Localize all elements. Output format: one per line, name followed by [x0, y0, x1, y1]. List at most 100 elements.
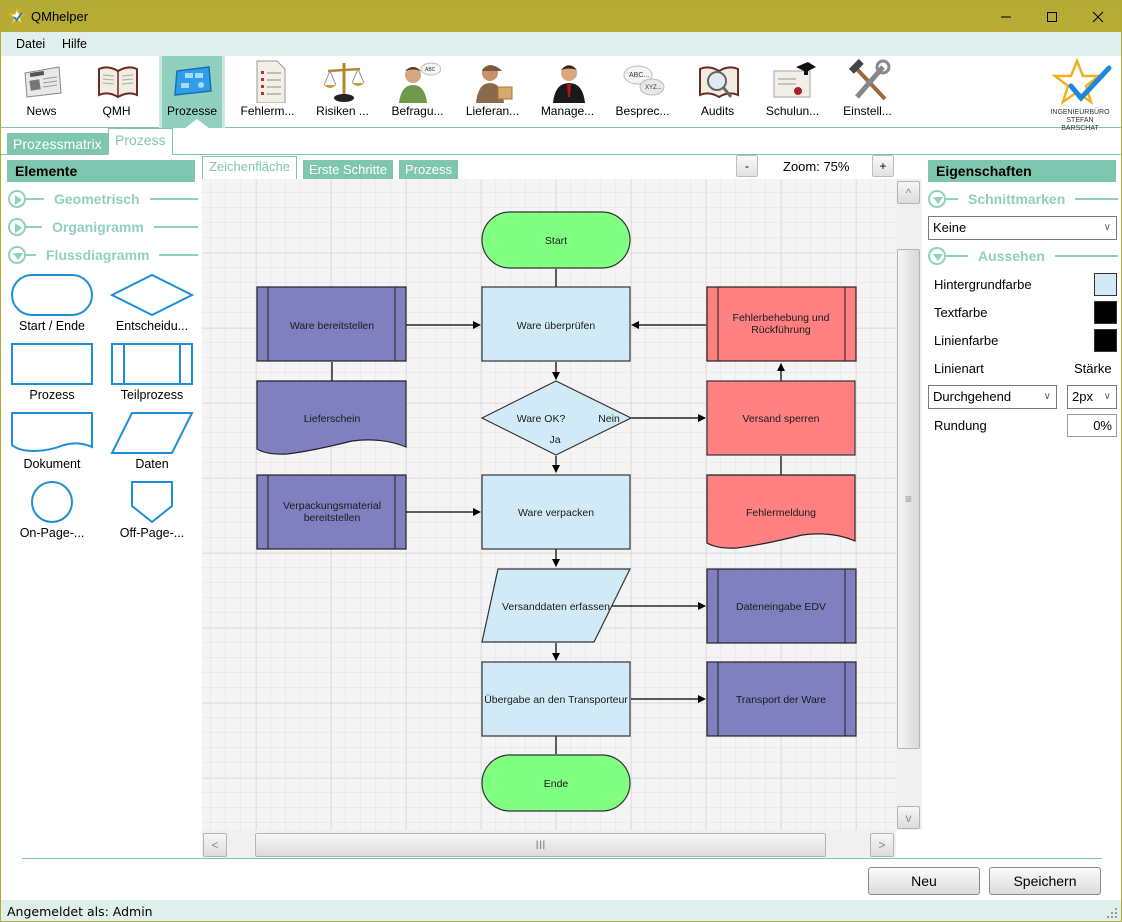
flowchart-svg[interactable]: Start Ware bereitstellen Ware überprüfen…	[202, 179, 896, 830]
ribbon-befragungen-label: Befragu...	[391, 104, 444, 118]
scroll-down-button[interactable]: v	[897, 806, 920, 829]
shape-label: On-Page-...	[19, 526, 85, 540]
node-uebergabe[interactable]: Übergabe an den Transporteur	[481, 661, 631, 737]
linienfarbe-swatch[interactable]	[1094, 329, 1117, 352]
collapse-icon	[928, 190, 946, 208]
zoom-out-button[interactable]: -	[736, 155, 758, 177]
new-button[interactable]: Neu	[868, 867, 980, 895]
node-ende[interactable]: Ende	[481, 754, 631, 812]
ribbon-schulungen[interactable]: Schulun...	[755, 56, 830, 128]
close-button[interactable]	[1075, 1, 1121, 32]
horizontal-scrollbar[interactable]: < III >	[202, 830, 896, 858]
staerke-value: 2px	[1072, 389, 1093, 404]
section-geometrisch[interactable]: Geometrisch	[8, 188, 198, 210]
ribbon-qmh[interactable]: QMH	[79, 56, 154, 128]
ribbon-besprechungen[interactable]: ABC... XYZ... Besprec...	[605, 56, 680, 128]
section-organigramm-title: Organigramm	[52, 219, 144, 235]
linienart-select[interactable]: Durchgehend ∨	[928, 385, 1057, 409]
minimize-icon	[1001, 16, 1011, 17]
node-ware-verpacken[interactable]: Ware verpacken	[481, 474, 631, 550]
ribbon-lieferanten[interactable]: Lieferan...	[455, 56, 530, 128]
off-page-connector-icon	[131, 481, 173, 524]
textfarbe-label: Textfarbe	[934, 305, 988, 320]
shape-daten[interactable]: Daten	[107, 411, 197, 471]
tab-prozess-canvas[interactable]: Prozess	[399, 160, 458, 179]
vertical-scroll-thumb[interactable]: ≡	[897, 249, 920, 749]
resize-grip-icon[interactable]	[1107, 908, 1117, 918]
chevron-down-icon: ∨	[1043, 391, 1051, 402]
ribbon-risiken[interactable]: Risiken ...	[305, 56, 380, 128]
node-versand-sperren[interactable]: Versand sperren	[706, 380, 856, 456]
section-schnittmarken[interactable]: Schnittmarken	[928, 188, 1118, 210]
ribbon-einstellungen[interactable]: Einstell...	[830, 56, 905, 128]
app-window: QMhelper Datei Hilfe News QMH Prozesse F…	[0, 0, 1122, 922]
drawing-canvas[interactable]: Start Ware bereitstellen Ware überprüfen…	[202, 179, 896, 830]
ribbon-qmh-label: QMH	[102, 104, 131, 118]
scroll-right-button[interactable]: >	[870, 833, 894, 857]
node-dateneingabe-edv[interactable]: Dateneingabe EDV	[706, 568, 857, 644]
section-geometrisch-title: Geometrisch	[54, 191, 140, 207]
shape-entscheidung[interactable]: Entscheidu...	[107, 273, 197, 333]
tab-zeichenflaeche[interactable]: Zeichenfläche	[202, 156, 297, 179]
delivery-person-icon	[476, 65, 513, 103]
login-status: Angemeldet als: Admin	[7, 904, 153, 919]
rundung-input[interactable]: 0%	[1067, 414, 1117, 437]
shape-on-page-connector[interactable]: On-Page-...	[7, 480, 97, 540]
ribbon-befragungen[interactable]: ABC Befragu...	[380, 56, 455, 128]
shape-off-page-connector[interactable]: Off-Page-...	[107, 480, 197, 540]
logo-line-1: INGENIEURBÜRO	[1050, 109, 1110, 116]
tab-erste-schritte[interactable]: Erste Schritte	[303, 160, 394, 179]
ribbon-news-label: News	[26, 104, 57, 118]
staerke-select[interactable]: 2px ∨	[1067, 385, 1117, 409]
node-ende-label: Ende	[544, 778, 569, 790]
ribbon-management[interactable]: Manage...	[530, 56, 605, 128]
textfarbe-swatch[interactable]	[1094, 301, 1117, 324]
section-organigramm[interactable]: Organigramm	[8, 216, 198, 238]
shape-label: Start / Ende	[18, 319, 85, 333]
shape-start-ende[interactable]: Start / Ende	[7, 273, 97, 333]
ribbon-fehlermanagement[interactable]: Fehlerm...	[230, 56, 305, 128]
ribbon-audits[interactable]: Audits	[680, 56, 755, 128]
node-start-label: Start	[545, 235, 567, 247]
node-start[interactable]: Start	[481, 211, 631, 269]
data-shape-icon	[110, 412, 194, 454]
node-transport-der-ware[interactable]: Transport der Ware	[706, 661, 857, 737]
node-label: Transport der Ware	[736, 694, 826, 706]
ribbon-prozesse[interactable]: Prozesse	[159, 56, 225, 129]
collapse-icon	[928, 247, 946, 265]
shape-label: Teilprozess	[120, 388, 184, 402]
shape-teilprozess[interactable]: Teilprozess	[107, 342, 197, 402]
zoom-in-button[interactable]: +	[872, 155, 894, 177]
tab-prozess[interactable]: Prozess	[108, 128, 173, 155]
schnittmarken-select[interactable]: Keine ∨	[928, 216, 1117, 240]
svg-text:ABC: ABC	[425, 67, 436, 73]
scroll-left-button[interactable]: <	[203, 833, 227, 857]
node-ware-bereitstellen[interactable]: Ware bereitstellen	[256, 286, 407, 362]
scroll-up-button[interactable]: ^	[897, 181, 920, 204]
node-ware-ueberpruefen[interactable]: Ware überprüfen	[481, 286, 631, 362]
node-label: Fehlerbehebung und	[733, 312, 830, 324]
menu-datei[interactable]: Datei	[16, 37, 45, 51]
tab-prozessmatrix[interactable]: Prozessmatrix	[7, 133, 108, 155]
section-aussehen[interactable]: Aussehen	[928, 245, 1118, 267]
vertical-scrollbar[interactable]: ^ ≡ v	[896, 179, 922, 830]
ribbon-lieferanten-label: Lieferan...	[465, 104, 520, 118]
ribbon-news[interactable]: News	[4, 56, 79, 128]
horizontal-scroll-thumb[interactable]: III	[255, 833, 826, 857]
maximize-button[interactable]	[1029, 1, 1075, 32]
maximize-icon	[1047, 11, 1057, 22]
shape-dokument[interactable]: Dokument	[7, 411, 97, 471]
shape-prozess[interactable]: Prozess	[7, 342, 97, 402]
section-flussdiagramm[interactable]: Flussdiagramm	[8, 244, 198, 266]
book-icon	[98, 66, 138, 99]
save-button[interactable]: Speichern	[989, 867, 1101, 895]
menu-hilfe[interactable]: Hilfe	[62, 37, 87, 51]
node-fehlerbehebung[interactable]: Fehlerbehebung und Rückführung	[706, 286, 857, 362]
book-magnifier-icon	[699, 66, 739, 99]
module-tabs: Prozessmatrix Prozess	[1, 128, 1121, 155]
node-label: Ware verpacken	[518, 507, 594, 519]
minimize-button[interactable]	[983, 1, 1029, 32]
ribbon-schulungen-label: Schulun...	[765, 104, 820, 118]
hintergrundfarbe-swatch[interactable]	[1094, 273, 1117, 296]
node-verpackungsmaterial[interactable]: Verpackungsmaterial bereitstellen	[256, 474, 407, 550]
